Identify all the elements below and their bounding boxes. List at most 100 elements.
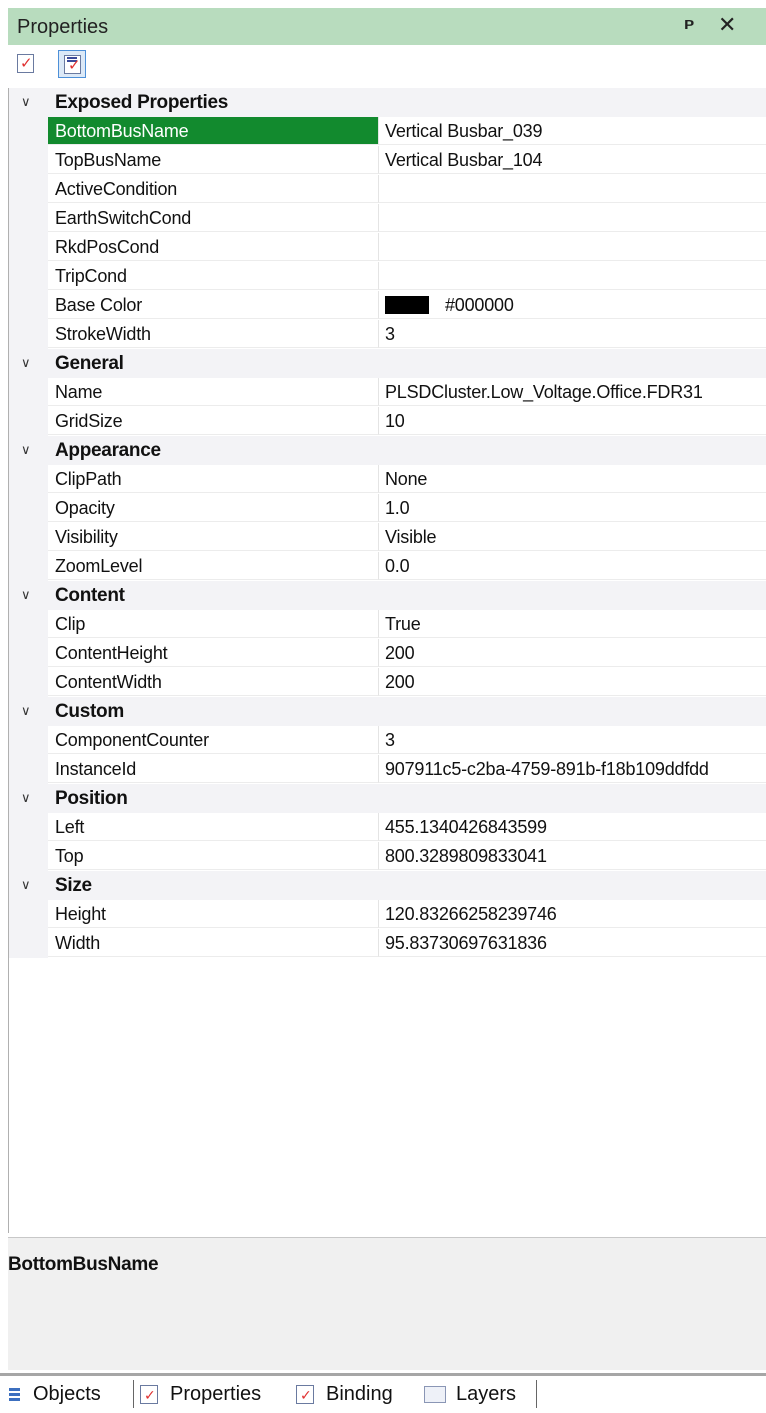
property-value[interactable]: 3 xyxy=(378,726,766,754)
property-value[interactable]: 455.1340426843599 xyxy=(378,813,766,841)
property-value[interactable]: None xyxy=(378,465,766,493)
property-name[interactable]: EarthSwitchCond xyxy=(48,204,378,232)
property-name[interactable]: Width xyxy=(48,929,378,957)
property-row[interactable]: Name PLSDCluster.Low_Voltage.Office.FDR31 xyxy=(9,378,766,407)
property-value[interactable]: 0.0 xyxy=(378,552,766,580)
category-row[interactable]: ∨ Position xyxy=(9,784,766,813)
property-value[interactable]: Vertical Busbar_039 xyxy=(378,117,766,145)
property-row[interactable]: GridSize 10 xyxy=(9,407,766,436)
property-value[interactable]: 907911c5-c2ba-4759-891b-f18b109ddfdd xyxy=(378,755,766,783)
property-name[interactable]: Height xyxy=(48,900,378,928)
property-name[interactable]: StrokeWidth xyxy=(48,320,378,348)
collapse-chevron-icon[interactable]: ∨ xyxy=(21,442,31,458)
property-name[interactable]: Name xyxy=(48,378,378,406)
property-row[interactable]: Height 120.83266258239746 xyxy=(9,900,766,929)
description-panel: BottomBusName xyxy=(8,1237,766,1370)
property-name[interactable]: Base Color xyxy=(48,291,378,319)
property-name[interactable]: ActiveCondition xyxy=(48,175,378,203)
property-value[interactable]: 3 xyxy=(378,320,766,348)
property-value[interactable]: Vertical Busbar_104 xyxy=(378,146,766,174)
collapse-chevron-icon[interactable]: ∨ xyxy=(21,94,31,110)
property-value[interactable]: 1.0 xyxy=(378,494,766,522)
property-value[interactable] xyxy=(378,262,766,290)
color-swatch[interactable] xyxy=(385,296,429,314)
property-value[interactable]: 200 xyxy=(378,668,766,696)
collapse-chevron-icon[interactable]: ∨ xyxy=(21,355,31,371)
category-label: Custom xyxy=(55,701,124,722)
property-row[interactable]: EarthSwitchCond xyxy=(9,204,766,233)
category-row[interactable]: ∨ General xyxy=(9,349,766,378)
property-value[interactable]: PLSDCluster.Low_Voltage.Office.FDR31 xyxy=(378,378,766,406)
property-row[interactable]: RkdPosCond xyxy=(9,233,766,262)
pin-icon[interactable]: ᴩ xyxy=(684,14,694,34)
category-row[interactable]: ∨ Size xyxy=(9,871,766,900)
property-row[interactable]: ContentWidth 200 xyxy=(9,668,766,697)
property-row[interactable]: Width 95.83730697631836 xyxy=(9,929,766,958)
tab-divider xyxy=(133,1380,134,1408)
property-row[interactable]: TopBusName Vertical Busbar_104 xyxy=(9,146,766,175)
property-value[interactable]: 200 xyxy=(378,639,766,667)
property-row[interactable]: ClipPath None xyxy=(9,465,766,494)
property-name[interactable]: ContentHeight xyxy=(48,639,378,667)
category-label: Exposed Properties xyxy=(55,92,229,113)
property-value[interactable]: #000000 xyxy=(378,291,766,319)
collapse-chevron-icon[interactable]: ∨ xyxy=(21,790,31,806)
property-value[interactable] xyxy=(378,204,766,232)
property-row[interactable]: ZoomLevel 0.0 xyxy=(9,552,766,581)
category-row[interactable]: ∨ Appearance xyxy=(9,436,766,465)
property-row[interactable]: BottomBusName Vertical Busbar_039 xyxy=(9,117,766,146)
property-value[interactable] xyxy=(378,175,766,203)
collapse-chevron-icon[interactable]: ∨ xyxy=(21,587,31,603)
property-name[interactable]: ContentWidth xyxy=(48,668,378,696)
property-name[interactable]: InstanceId xyxy=(48,755,378,783)
category-row[interactable]: ∨ Content xyxy=(9,581,766,610)
property-value[interactable]: Visible xyxy=(378,523,766,551)
property-row[interactable]: ActiveCondition xyxy=(9,175,766,204)
property-value[interactable]: 95.83730697631836 xyxy=(378,929,766,957)
property-name[interactable]: Opacity xyxy=(48,494,378,522)
tab-label: Binding xyxy=(326,1383,393,1405)
property-value[interactable]: 10 xyxy=(378,407,766,435)
property-row[interactable]: Left 455.1340426843599 xyxy=(9,813,766,842)
property-name[interactable]: GridSize xyxy=(48,407,378,435)
property-name[interactable]: Visibility xyxy=(48,523,378,551)
property-value[interactable]: True xyxy=(378,610,766,638)
property-value[interactable]: 800.3289809833041 xyxy=(378,842,766,870)
property-row[interactable]: TripCond xyxy=(9,262,766,291)
exposed-view-button[interactable]: ✓ xyxy=(58,50,86,78)
property-row[interactable]: StrokeWidth 3 xyxy=(9,320,766,349)
property-row[interactable]: ComponentCounter 3 xyxy=(9,726,766,755)
property-value[interactable]: 120.83266258239746 xyxy=(378,900,766,928)
property-grid[interactable]: ∨ Exposed Properties BottomBusName Vertical… xyxy=(8,88,766,1233)
property-row[interactable]: Opacity 1.0 xyxy=(9,494,766,523)
collapse-chevron-icon[interactable]: ∨ xyxy=(21,877,31,893)
objects-icon xyxy=(9,1388,20,1402)
property-row[interactable]: ContentHeight 200 xyxy=(9,639,766,668)
property-name[interactable]: ZoomLevel xyxy=(48,552,378,580)
property-name[interactable]: Left xyxy=(48,813,378,841)
properties-title-bar: Properties ᴩ ✕ xyxy=(8,8,766,45)
category-label: Appearance xyxy=(55,440,161,461)
property-name[interactable]: TopBusName xyxy=(48,146,378,174)
property-value[interactable] xyxy=(378,233,766,261)
collapse-chevron-icon[interactable]: ∨ xyxy=(21,703,31,719)
property-row[interactable]: Base Color #000000 xyxy=(9,291,766,320)
property-name[interactable]: TripCond xyxy=(48,262,378,290)
property-row[interactable]: Visibility Visible xyxy=(9,523,766,552)
property-name[interactable]: RkdPosCond xyxy=(48,233,378,261)
property-name[interactable]: Clip xyxy=(48,610,378,638)
category-row[interactable]: ∨ Custom xyxy=(9,697,766,726)
categorized-view-button[interactable]: ✓ xyxy=(12,50,40,78)
close-icon[interactable]: ✕ xyxy=(718,12,736,38)
tab-label: Objects xyxy=(33,1383,101,1405)
binding-icon: ✓ xyxy=(296,1385,314,1404)
property-name[interactable]: ComponentCounter xyxy=(48,726,378,754)
property-name[interactable]: ClipPath xyxy=(48,465,378,493)
property-name[interactable]: Top xyxy=(48,842,378,870)
property-name[interactable]: BottomBusName xyxy=(48,117,378,145)
property-row[interactable]: Clip True xyxy=(9,610,766,639)
property-row[interactable]: InstanceId 907911c5-c2ba-4759-891b-f18b10… xyxy=(9,755,766,784)
category-row[interactable]: ∨ Exposed Properties xyxy=(9,88,766,117)
description-title: BottomBusName xyxy=(8,1254,159,1275)
property-row[interactable]: Top 800.3289809833041 xyxy=(9,842,766,871)
